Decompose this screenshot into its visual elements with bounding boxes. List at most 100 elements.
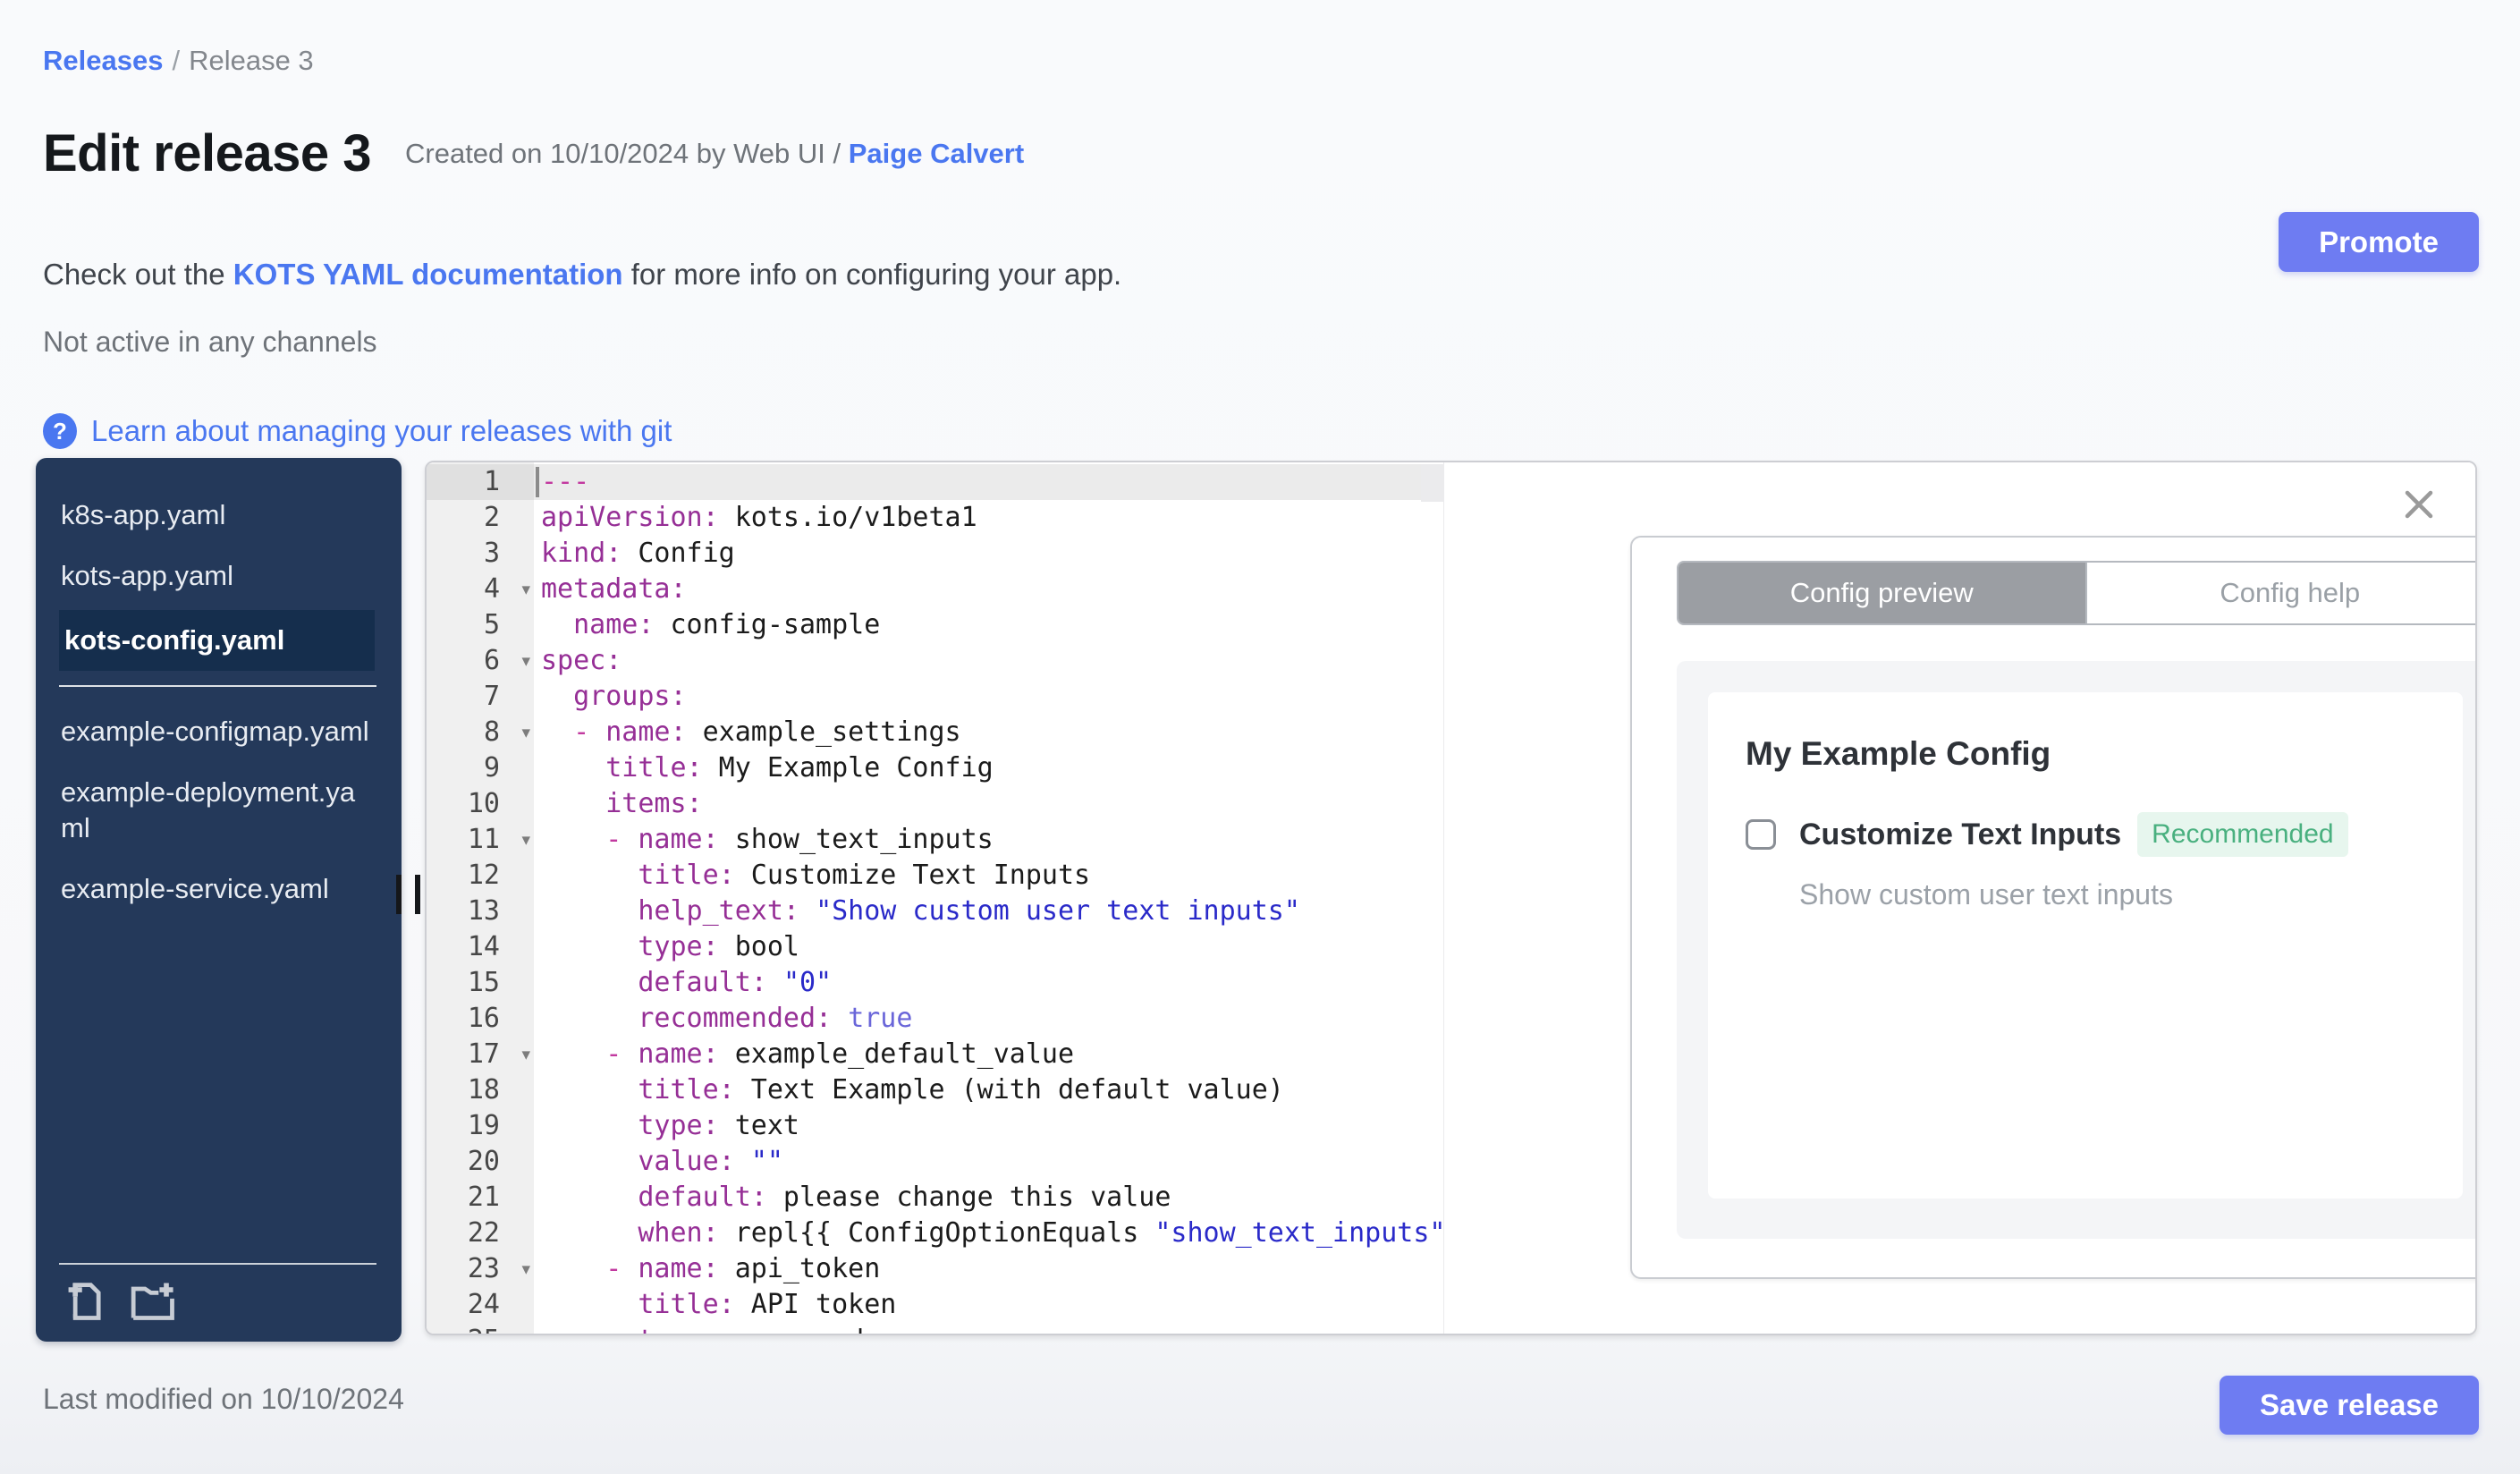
code-line[interactable]: 17 ▾ - name: example_default_value	[427, 1037, 1443, 1072]
code-line[interactable]: 13 help_text: "Show custom user text inp…	[427, 894, 1443, 929]
code-text: title: My Example Config	[605, 752, 994, 784]
sidebar-footer	[59, 1263, 376, 1324]
line-number: 1	[427, 464, 534, 500]
promote-button[interactable]: Promote	[2279, 212, 2479, 272]
breadcrumb: Releases / Release 3	[43, 45, 314, 77]
code-text: kind: Config	[541, 538, 735, 569]
line-number: 14	[427, 929, 534, 965]
text-cursor	[536, 467, 539, 497]
line-number: 13	[427, 894, 534, 929]
code-line[interactable]: 2 apiVersion: kots.io/v1beta1	[427, 500, 1443, 536]
created-meta: Created on 10/10/2024 by Web UI / Paige …	[405, 138, 1024, 170]
code-text: title: Text Example (with default value)	[638, 1074, 1284, 1106]
line-number: 6 ▾	[427, 643, 534, 679]
add-folder-icon[interactable]	[129, 1277, 181, 1324]
kots-docs-link[interactable]: KOTS YAML documentation	[233, 258, 623, 291]
git-help-row: ? Learn about managing your releases wit…	[43, 413, 672, 449]
fold-arrow-icon[interactable]: ▾	[521, 1037, 530, 1072]
pane-resize-handle-left[interactable]	[396, 875, 421, 914]
code-line[interactable]: 12 title: Customize Text Inputs	[427, 858, 1443, 894]
sidebar-file-example-service.yaml[interactable]: example-service.yaml	[36, 859, 402, 919]
line-number: 4 ▾	[427, 572, 534, 607]
created-text: Created on 10/10/2024 by Web UI /	[405, 137, 849, 169]
code-text: - name: show_text_inputs	[605, 824, 994, 855]
fold-arrow-icon[interactable]: ▾	[521, 572, 530, 607]
line-number: 5	[427, 607, 534, 643]
author-link[interactable]: Paige Calvert	[849, 138, 1024, 169]
close-icon[interactable]	[2402, 487, 2436, 521]
code-line[interactable]: 20 value: ""	[427, 1144, 1443, 1180]
customize-text-inputs-checkbox[interactable]	[1746, 819, 1776, 850]
preview-tab-content: My Example Config Customize Text Inputs …	[1677, 661, 2475, 1239]
yaml-editor[interactable]: 1 --- 2 apiVersion: kots.io/v1beta1 3 kind: C…	[427, 462, 1444, 1334]
line-number: 10	[427, 786, 534, 822]
sidebar-file-k8s-app.yaml[interactable]: k8s-app.yaml	[36, 485, 402, 546]
fold-arrow-icon[interactable]: ▾	[521, 1251, 530, 1287]
preview-tabs: Config preview Config help	[1677, 561, 2475, 625]
add-file-icon[interactable]	[59, 1277, 111, 1324]
code-line[interactable]: 1 ---	[427, 464, 1443, 500]
code-text: type: password	[534, 1323, 1443, 1334]
code-line[interactable]: 11 ▾ - name: show_text_inputs	[427, 822, 1443, 858]
code-text: title: API token	[638, 1289, 897, 1320]
code-line[interactable]: 18 title: Text Example (with default val…	[427, 1072, 1443, 1108]
config-item-row: Customize Text Inputs Recommended	[1746, 812, 2427, 857]
fold-arrow-icon[interactable]: ▾	[521, 643, 530, 679]
code-line[interactable]: 16 recommended: true	[427, 1001, 1443, 1037]
sidebar-file-kots-app.yaml[interactable]: kots-app.yaml	[36, 546, 402, 606]
line-number: 12	[427, 858, 534, 894]
code-line[interactable]: 15 default: "0"	[427, 965, 1443, 1001]
code-line[interactable]: 24 title: API token	[427, 1287, 1443, 1323]
docs-note-suffix: for more info on configuring your app.	[622, 258, 1122, 291]
code-text: title: Customize Text Inputs	[638, 860, 1091, 891]
line-number: 7	[427, 679, 534, 715]
code-text: spec:	[541, 645, 622, 676]
config-item-help: Show custom user text inputs	[1799, 878, 2173, 911]
code-text: default: please change this value	[638, 1182, 1171, 1213]
last-modified-text: Last modified on 10/10/2024	[43, 1383, 404, 1415]
question-icon: ?	[43, 413, 77, 449]
line-number: 9	[427, 750, 534, 786]
git-help-link[interactable]: Learn about managing your releases with …	[91, 414, 672, 448]
breadcrumb-releases-link[interactable]: Releases	[43, 45, 163, 76]
sidebar-file-kots-config.yaml[interactable]: kots-config.yaml	[59, 610, 375, 671]
page-title: Edit release 3	[43, 124, 372, 182]
editor-scrollbar-thumb[interactable]	[1421, 464, 1443, 502]
sidebar-file-example-deployment.yaml[interactable]: example-deployment.yaml	[36, 762, 402, 859]
sidebar-divider	[59, 685, 376, 687]
code-line[interactable]: 3 kind: Config	[427, 536, 1443, 572]
config-preview-panel: Config preview Config help My Example Co…	[1444, 462, 2475, 1334]
code-line[interactable]: 6 ▾ spec:	[427, 643, 1443, 679]
code-text: name: config-sample	[573, 609, 881, 640]
code-line[interactable]: 19 type: text	[427, 1108, 1443, 1144]
code-line[interactable]: 22 when: repl{{ ConfigOptionEquals "show…	[427, 1216, 1443, 1251]
tab-config-help[interactable]: Config help	[2084, 563, 2475, 623]
line-number: 2	[427, 500, 534, 536]
code-line[interactable]: 25 type: password	[427, 1323, 1443, 1334]
code-line[interactable]: 8 ▾ - name: example_settings	[427, 715, 1443, 750]
code-text: type: text	[638, 1110, 799, 1141]
line-number: 3	[427, 536, 534, 572]
file-sidebar: k8s-app.yaml kots-app.yaml kots-config.yam…	[36, 458, 402, 1342]
fold-arrow-icon[interactable]: ▾	[521, 822, 530, 858]
code-line[interactable]: 4 ▾ metadata:	[427, 572, 1443, 607]
line-number: 15	[427, 965, 534, 1001]
title-row: Edit release 3 Created on 10/10/2024 by …	[43, 123, 1024, 183]
code-line[interactable]: 7 groups:	[427, 679, 1443, 715]
code-line[interactable]: 9 title: My Example Config	[427, 750, 1443, 786]
line-number: 20	[427, 1144, 534, 1180]
code-line[interactable]: 21 default: please change this value	[427, 1180, 1443, 1216]
code-line[interactable]: 10 items:	[427, 786, 1443, 822]
config-group-title: My Example Config	[1746, 735, 2051, 772]
sidebar-file-example-configmap.yaml[interactable]: example-configmap.yaml	[36, 701, 402, 762]
line-number: 25	[427, 1323, 534, 1334]
tab-config-preview[interactable]: Config preview	[1679, 563, 2085, 623]
breadcrumb-separator: /	[172, 45, 181, 76]
code-line[interactable]: 5 name: config-sample	[427, 607, 1443, 643]
editor-shell: 1 --- 2 apiVersion: kots.io/v1beta1 3 kind: C…	[425, 461, 2477, 1335]
line-number: 21	[427, 1180, 534, 1216]
code-line[interactable]: 14 type: bool	[427, 929, 1443, 965]
save-release-button[interactable]: Save release	[2220, 1376, 2479, 1435]
code-line[interactable]: 23 ▾ - name: api_token	[427, 1251, 1443, 1287]
fold-arrow-icon[interactable]: ▾	[521, 715, 530, 750]
